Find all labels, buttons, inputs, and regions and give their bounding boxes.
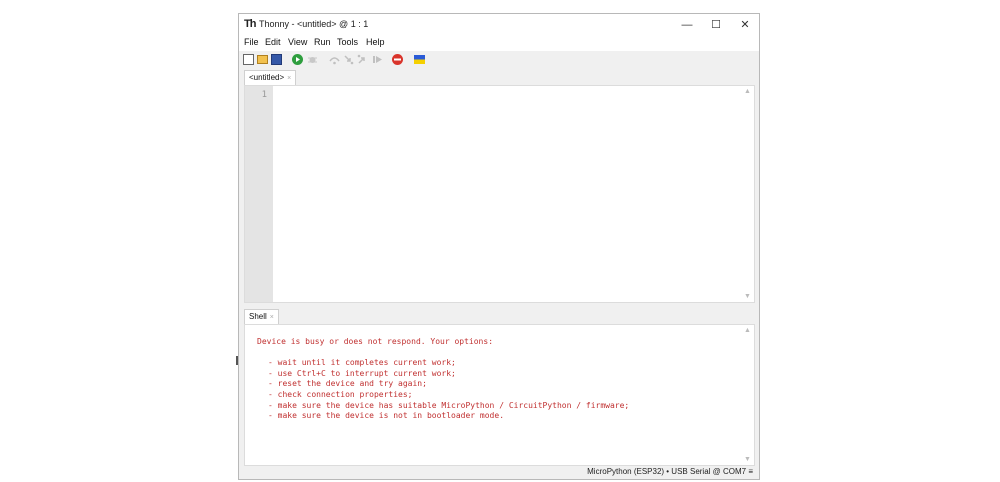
menu-bar: File Edit View Run Tools Help xyxy=(239,36,759,51)
toolbar xyxy=(239,51,759,70)
scroll-up-icon[interactable]: ▲ xyxy=(741,327,754,334)
save-icon[interactable] xyxy=(271,54,282,65)
maximize-button[interactable]: ☐ xyxy=(706,17,726,33)
shell-option: - make sure the device has suitable Micr… xyxy=(257,401,629,412)
menu-view[interactable]: View xyxy=(288,37,307,47)
flag-icon[interactable] xyxy=(414,54,425,65)
interpreter-status[interactable]: MicroPython (ESP32) • USB Serial @ COM7 … xyxy=(587,467,753,476)
thonny-logo-icon: Th xyxy=(244,18,255,30)
open-file-icon[interactable] xyxy=(257,55,268,64)
tab-label: Shell xyxy=(249,312,267,321)
shell-option: - make sure the device is not in bootloa… xyxy=(257,411,629,422)
tab-shell[interactable]: Shell× xyxy=(244,309,279,324)
line-number-gutter: 1 xyxy=(245,86,273,302)
thonny-window: Th Thonny - <untitled> @ 1 : 1 — ☐ ✕ Fil… xyxy=(238,13,760,480)
menu-file[interactable]: File xyxy=(244,37,259,47)
line-number: 1 xyxy=(262,90,267,100)
step-out-icon[interactable] xyxy=(357,54,368,65)
tab-close-icon[interactable]: × xyxy=(270,314,274,321)
editor-scrollbar[interactable]: ▲ ▼ xyxy=(741,86,754,302)
stop-icon[interactable] xyxy=(392,54,403,65)
edge-marker xyxy=(236,356,238,365)
debug-icon[interactable] xyxy=(307,54,318,65)
menu-edit[interactable]: Edit xyxy=(265,37,281,47)
menu-help[interactable]: Help xyxy=(366,37,385,47)
editor-tab-bar: <untitled>× xyxy=(239,70,759,85)
run-icon[interactable] xyxy=(292,54,303,65)
tab-close-icon[interactable]: × xyxy=(287,75,291,82)
shell-message: Device is busy or does not respond. Your… xyxy=(257,337,629,348)
new-file-icon[interactable] xyxy=(243,54,254,65)
shell-option: - wait until it completes current work; xyxy=(257,358,629,369)
menu-run[interactable]: Run xyxy=(314,37,331,47)
shell-option: - reset the device and try again; xyxy=(257,379,629,390)
close-button[interactable]: ✕ xyxy=(735,17,755,33)
tab-label: <untitled> xyxy=(249,73,284,82)
minimize-button[interactable]: — xyxy=(677,17,697,33)
window-title: Thonny - <untitled> @ 1 : 1 xyxy=(259,19,368,29)
status-bar: MicroPython (ESP32) • USB Serial @ COM7 … xyxy=(239,466,759,479)
shell-panel[interactable]: Device is busy or does not respond. Your… xyxy=(244,324,755,466)
step-over-icon[interactable] xyxy=(329,54,340,65)
resume-icon[interactable] xyxy=(372,54,383,65)
shell-option: - use Ctrl+C to interrupt current work; xyxy=(257,369,629,380)
scroll-down-icon[interactable]: ▼ xyxy=(741,456,754,463)
step-into-icon[interactable] xyxy=(343,54,354,65)
title-bar[interactable]: Th Thonny - <untitled> @ 1 : 1 — ☐ ✕ xyxy=(239,14,759,36)
shell-option: - check connection properties; xyxy=(257,390,629,401)
shell-scrollbar[interactable]: ▲ ▼ xyxy=(741,325,754,465)
tab-untitled[interactable]: <untitled>× xyxy=(244,70,296,85)
shell-output: Device is busy or does not respond. Your… xyxy=(257,337,629,422)
scroll-up-icon[interactable]: ▲ xyxy=(741,88,754,95)
shell-tab-bar: Shell× xyxy=(239,309,759,324)
code-editor[interactable]: 1 ▲ ▼ xyxy=(244,85,755,303)
menu-tools[interactable]: Tools xyxy=(337,37,358,47)
scroll-down-icon[interactable]: ▼ xyxy=(741,293,754,300)
